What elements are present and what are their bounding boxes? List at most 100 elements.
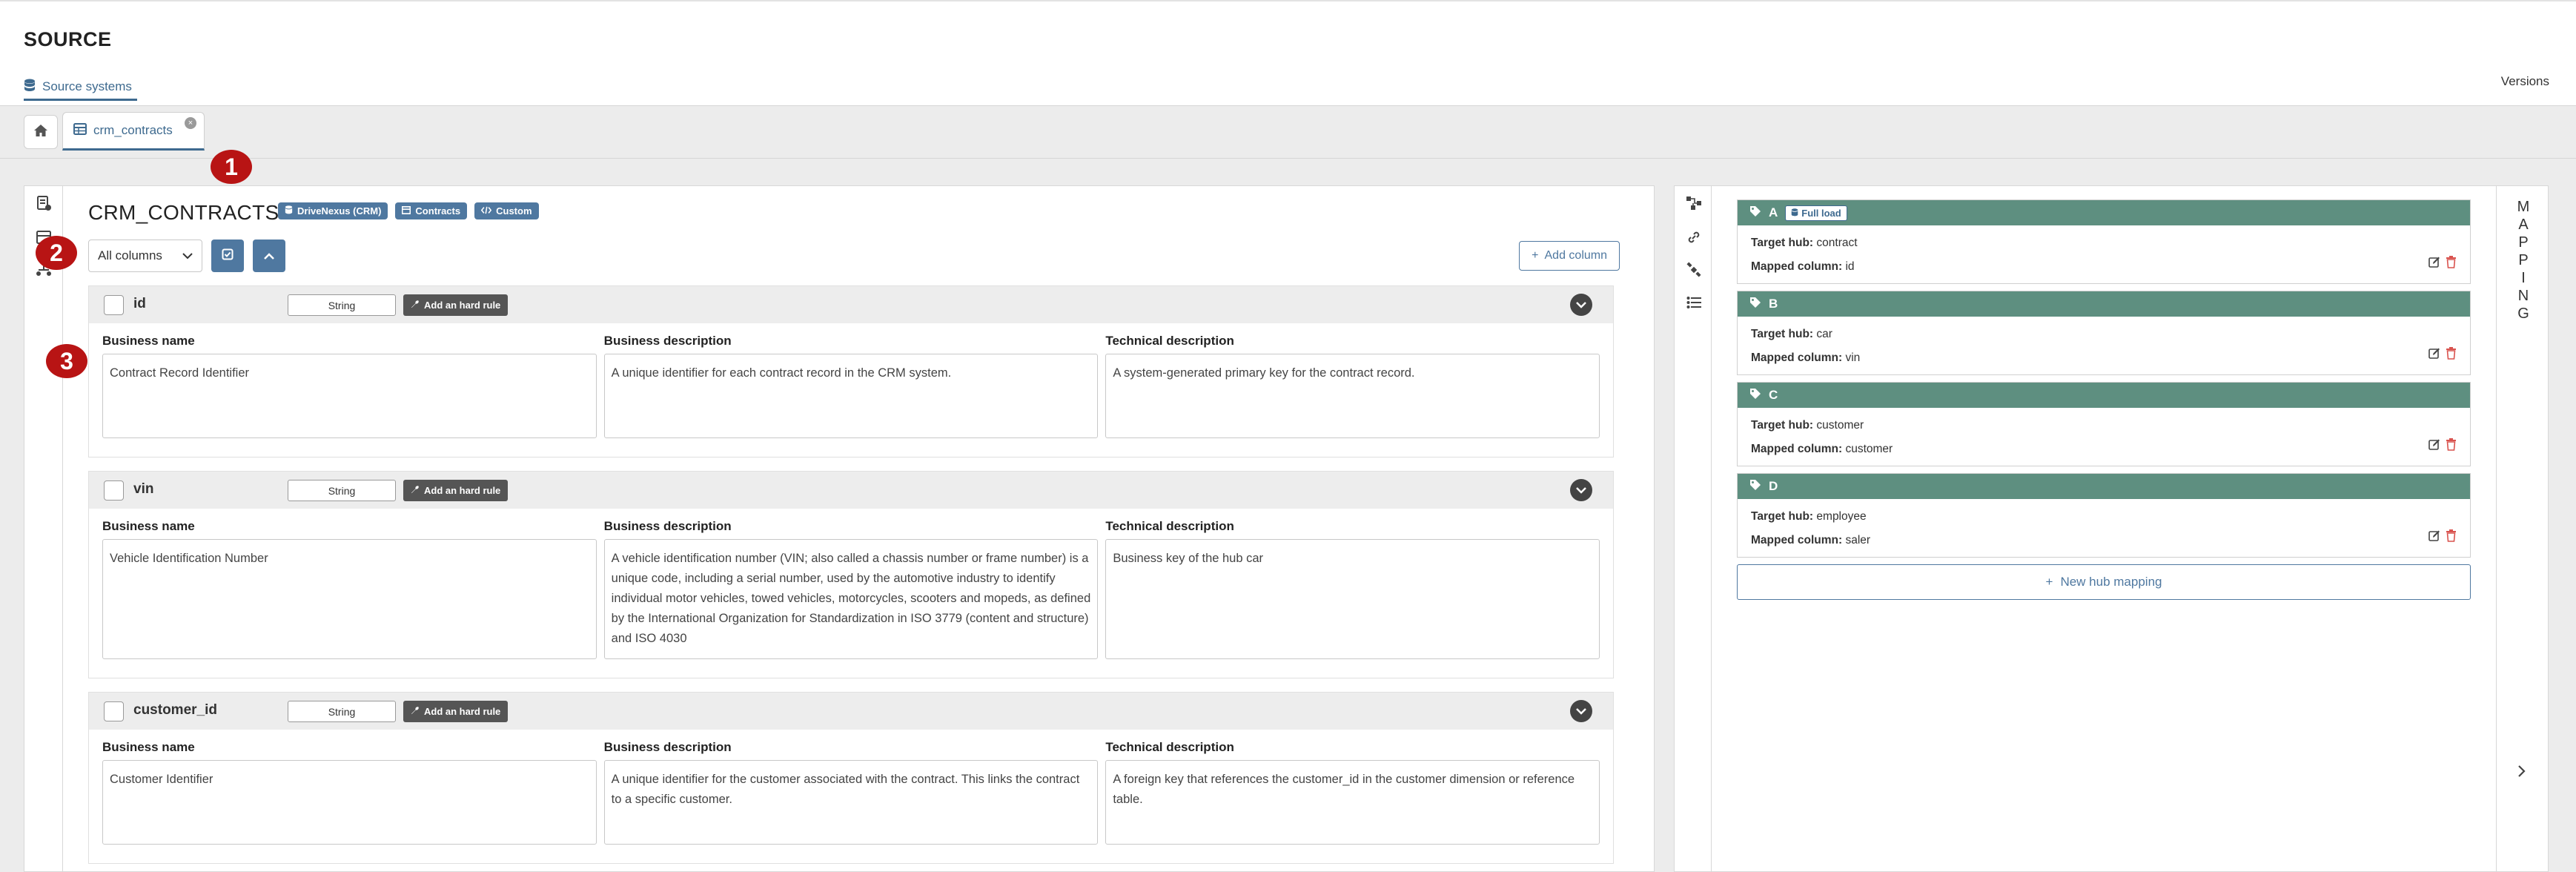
edit-icon[interactable]	[2428, 527, 2441, 551]
hub-mapping-header: D	[1738, 474, 2470, 499]
field-label: Business name	[102, 334, 195, 348]
business-description-field: Business description A unique identifier…	[603, 334, 1099, 438]
hub-mapping-card-a: A Full load Target hub: contract Mapped …	[1737, 199, 2471, 284]
column-fields: Business name Contract Record Identifier…	[102, 334, 1600, 438]
technical-description-input[interactable]: A system-generated primary key for the c…	[1105, 354, 1600, 438]
table-badges: DriveNexus (CRM) Contracts Custom	[278, 202, 539, 219]
column-type-field[interactable]: String	[288, 701, 396, 722]
list-icon[interactable]	[1684, 293, 1703, 312]
check-square-icon	[222, 248, 234, 264]
badge-label: DriveNexus (CRM)	[297, 205, 382, 217]
mapping-letter: A	[2518, 217, 2529, 233]
database-icon	[24, 79, 36, 96]
column-checkbox[interactable]	[104, 480, 124, 501]
versions-link[interactable]: Versions	[2501, 74, 2549, 89]
hub-mapping-card-d: D Target hub: employee Mapped column: sa…	[1737, 473, 2471, 558]
mapping-letter: G	[2517, 305, 2529, 322]
technical-description-input[interactable]: Business key of the hub car	[1105, 539, 1600, 659]
collapse-all-button[interactable]	[253, 240, 285, 272]
plus-icon: +	[2045, 575, 2053, 589]
column-header: customer_id String Add an hard rule	[89, 693, 1613, 730]
trash-icon[interactable]	[2446, 436, 2457, 460]
collapse-column-button[interactable]	[1570, 700, 1592, 722]
business-name-input[interactable]: Vehicle Identification Number	[102, 539, 597, 659]
technical-description-field: Technical description A foreign key that…	[1105, 740, 1600, 845]
business-name-input[interactable]: Contract Record Identifier	[102, 354, 597, 438]
business-description-input[interactable]: A unique identifier for the customer ass…	[603, 760, 1099, 845]
mapped-column-row: Mapped column: saler	[1751, 529, 2457, 552]
target-hub-value: employee	[1816, 510, 1867, 523]
column-type-field[interactable]: String	[288, 294, 396, 316]
table-icon	[73, 122, 87, 139]
column-type-field[interactable]: String	[288, 480, 396, 501]
hub-mapping-actions	[2428, 527, 2457, 551]
select-value: All columns	[98, 248, 162, 262]
hub-icon[interactable]	[1684, 194, 1703, 213]
business-name-input[interactable]: Customer Identifier	[102, 760, 597, 845]
tab-label: crm_contracts	[93, 123, 173, 137]
technical-description-field: Technical description Business key of th…	[1105, 519, 1600, 659]
business-description-field: Business description A unique identifier…	[603, 740, 1099, 845]
column-header: id String Add an hard rule	[89, 286, 1613, 323]
trash-icon[interactable]	[2446, 254, 2457, 277]
top-border	[0, 0, 2576, 1]
collapse-column-button[interactable]	[1570, 479, 1592, 501]
target-hub-value: customer	[1816, 419, 1864, 432]
field-label: Technical description	[1105, 740, 1234, 754]
trash-icon[interactable]	[2446, 345, 2457, 369]
column-name: id	[133, 296, 146, 311]
field-label: Business description	[603, 334, 732, 348]
tag-icon	[1749, 205, 1761, 221]
badge-label: Custom	[496, 205, 532, 217]
edit-icon[interactable]	[2428, 345, 2441, 369]
tag-icon	[1749, 297, 1761, 312]
hub-mapping-body: Target hub: contract Mapped column: id	[1738, 225, 2470, 283]
close-tab-icon[interactable]: ×	[185, 117, 196, 129]
column-name: vin	[133, 481, 154, 497]
target-hub-value: contract	[1816, 237, 1858, 249]
select-all-button[interactable]	[211, 240, 244, 272]
chevron-down-icon	[1576, 297, 1586, 312]
add-rule-label: Add an hard rule	[424, 485, 501, 496]
custom-badge: Custom	[474, 202, 539, 219]
mapping-side-tab[interactable]: M A P P I N G	[2496, 186, 2549, 871]
chevron-up-icon	[264, 248, 274, 263]
chevron-right-icon[interactable]	[2517, 764, 2526, 782]
mapped-column-label: Mapped column:	[1751, 534, 1843, 546]
tab-crm-contracts[interactable]: crm_contracts ×	[62, 112, 205, 151]
add-hard-rule-button[interactable]: Add an hard rule	[403, 294, 509, 316]
trash-icon[interactable]	[2446, 527, 2457, 551]
hub-mapping-actions	[2428, 436, 2457, 460]
edit-icon[interactable]	[2428, 254, 2441, 277]
column-checkbox[interactable]	[104, 295, 124, 315]
technical-description-input[interactable]: A foreign key that references the custom…	[1105, 760, 1600, 845]
edit-icon[interactable]	[2428, 436, 2441, 460]
add-column-button[interactable]: + Add column	[1519, 241, 1620, 271]
add-rule-label: Add an hard rule	[424, 706, 501, 717]
column-checkbox[interactable]	[104, 701, 124, 721]
active-tab-indicator	[24, 99, 137, 101]
home-icon	[33, 124, 48, 141]
add-hard-rule-button[interactable]: Add an hard rule	[403, 701, 509, 722]
satellite-icon[interactable]	[1684, 260, 1703, 280]
add-hard-rule-button[interactable]: Add an hard rule	[403, 480, 509, 501]
column-name: customer_id	[133, 702, 217, 718]
details-icon[interactable]	[34, 194, 53, 213]
hub-mapping-actions	[2428, 254, 2457, 277]
new-hub-mapping-label: New hub mapping	[2060, 575, 2162, 589]
chevron-down-icon	[1576, 483, 1586, 498]
new-hub-mapping-button[interactable]: + New hub mapping	[1737, 564, 2471, 600]
nav-tab-source-systems[interactable]: Source systems	[24, 73, 132, 100]
target-hub-label: Target hub:	[1751, 419, 1814, 432]
mapped-column-value: customer	[1845, 443, 1893, 455]
business-description-input[interactable]: A unique identifier for each contract re…	[603, 354, 1099, 438]
mapped-column-value: id	[1845, 260, 1855, 273]
collapse-column-button[interactable]	[1570, 294, 1592, 316]
field-label: Business description	[603, 740, 732, 754]
link-icon[interactable]	[1684, 228, 1703, 247]
hub-mapping-body: Target hub: employee Mapped column: sale…	[1738, 499, 2470, 557]
target-hub-label: Target hub:	[1751, 328, 1814, 340]
home-tab[interactable]	[24, 115, 58, 149]
business-description-input[interactable]: A vehicle identification number (VIN; al…	[603, 539, 1099, 659]
column-filter-select[interactable]: All columns	[88, 240, 202, 272]
